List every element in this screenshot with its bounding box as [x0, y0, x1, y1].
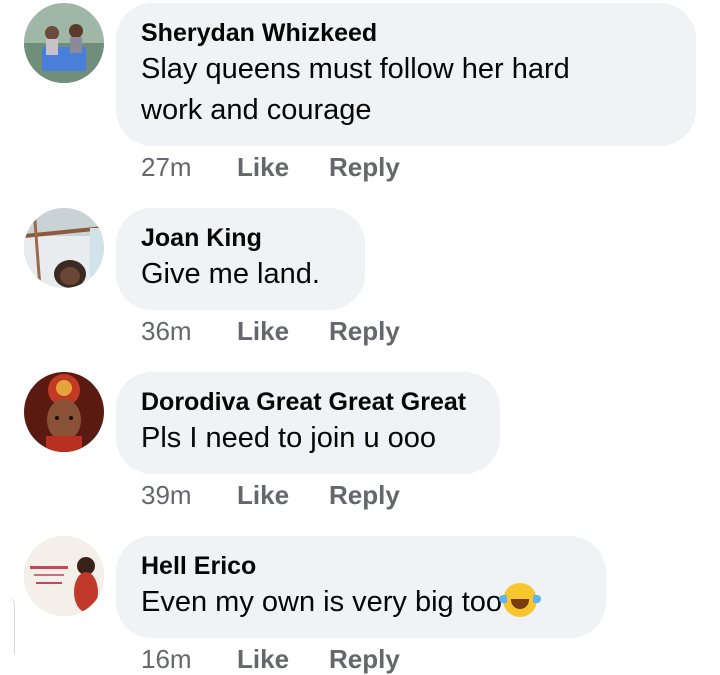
- avatar[interactable]: [24, 3, 104, 83]
- comment-author[interactable]: Joan King: [141, 222, 339, 254]
- reply-button[interactable]: Reply: [329, 315, 400, 347]
- avatar-photo: [24, 208, 104, 288]
- comment-bubble: Hell Erico Even my own is very big too: [116, 536, 606, 638]
- like-button[interactable]: Like: [237, 479, 329, 511]
- avatar[interactable]: [24, 536, 104, 616]
- comment-text: Even my own is very big too: [141, 582, 580, 623]
- tears-of-joy-emoji-icon: [499, 583, 542, 617]
- comment-bubble: Joan King Give me land.: [116, 208, 365, 310]
- comment-author[interactable]: Dorodiva Great Great Great: [141, 386, 474, 418]
- comment-timestamp[interactable]: 16m: [141, 643, 237, 675]
- comment-text: Slay queens must follow her hard work an…: [141, 49, 670, 131]
- comment-bubble: Dorodiva Great Great Great Pls I need to…: [116, 372, 500, 474]
- comment-actions: 36m Like Reply: [141, 315, 400, 347]
- like-button[interactable]: Like: [237, 315, 329, 347]
- comment-author[interactable]: Hell Erico: [141, 550, 580, 582]
- avatar-photo: [24, 372, 104, 452]
- avatar-photo: [24, 3, 104, 83]
- reply-button[interactable]: Reply: [329, 479, 400, 511]
- comment-text: Give me land.: [141, 258, 320, 290]
- avatar[interactable]: [24, 372, 104, 452]
- comment-author[interactable]: Sherydan Whizkeed: [141, 17, 670, 49]
- reply-button[interactable]: Reply: [329, 643, 400, 675]
- comment-timestamp[interactable]: 39m: [141, 479, 237, 511]
- comment-timestamp[interactable]: 36m: [141, 315, 237, 347]
- comment-actions: 27m Like Reply: [141, 151, 400, 183]
- comment-text: Pls I need to join u ooo: [141, 422, 437, 454]
- comment-actions: 39m Like Reply: [141, 479, 400, 511]
- overlay-edge: [0, 596, 15, 654]
- comment-text-line: work and courage: [141, 94, 372, 126]
- like-button[interactable]: Like: [237, 151, 329, 183]
- avatar-photo: [24, 536, 104, 616]
- comment-actions: 16m Like Reply: [141, 643, 400, 675]
- comment-timestamp[interactable]: 27m: [141, 151, 237, 183]
- reply-button[interactable]: Reply: [329, 151, 400, 183]
- avatar[interactable]: [24, 208, 104, 288]
- like-button[interactable]: Like: [237, 643, 329, 675]
- comment-bubble: Sherydan Whizkeed Slay queens must follo…: [116, 3, 696, 146]
- comment-text-line: Slay queens must follow her hard: [141, 53, 570, 85]
- comment-text-line: Even my own is very big too: [141, 586, 503, 618]
